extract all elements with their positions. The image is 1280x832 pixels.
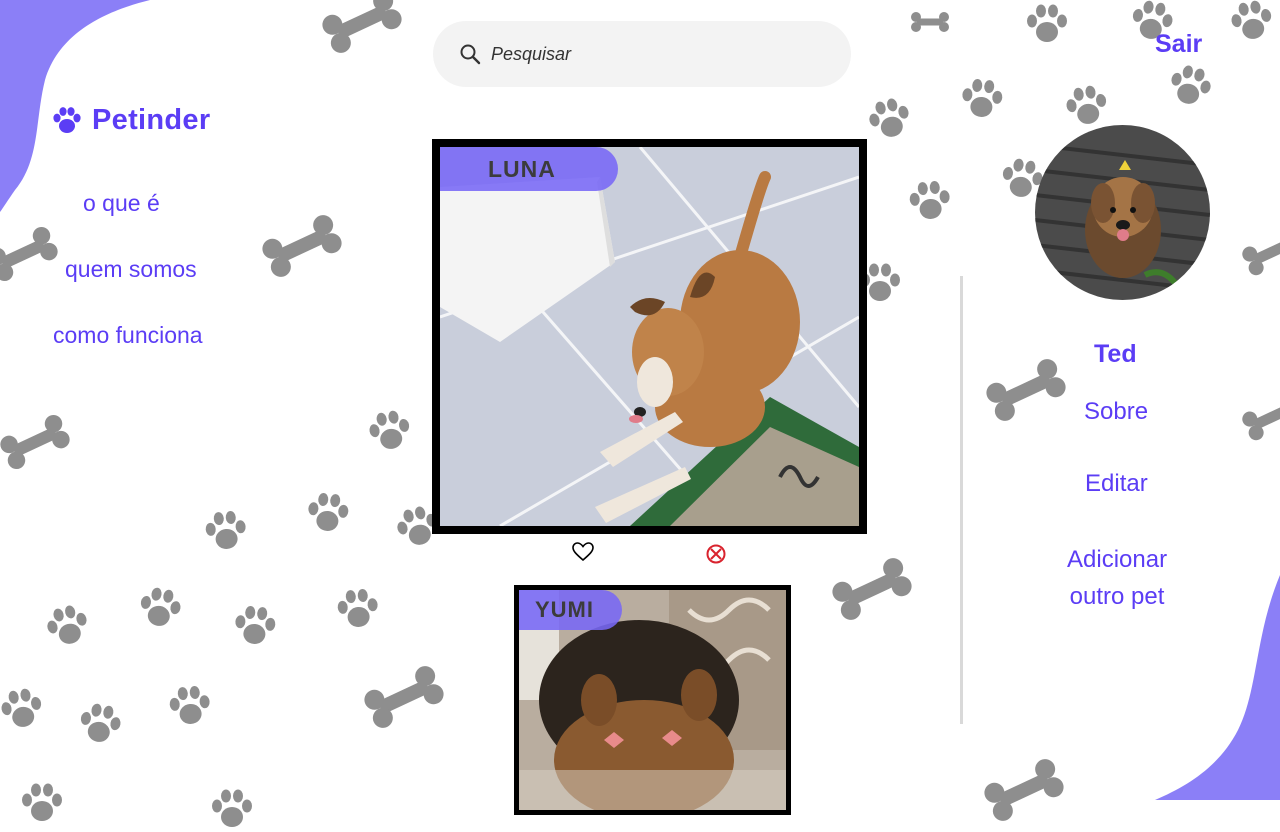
paw-print-decoration bbox=[235, 606, 276, 644]
bone-decoration bbox=[832, 558, 912, 620]
profile-name: Ted bbox=[1094, 340, 1137, 368]
paw-print-decoration bbox=[1231, 0, 1272, 39]
menu-link-sobre[interactable]: Sobre bbox=[1084, 398, 1148, 426]
menu-link-add-pet-line2: outro pet bbox=[1069, 583, 1165, 610]
bone-decoration bbox=[364, 666, 444, 728]
bone-decoration bbox=[0, 226, 58, 282]
search-input[interactable] bbox=[489, 42, 813, 66]
paw-print-decoration bbox=[80, 703, 121, 742]
paw-print-decoration bbox=[1, 688, 42, 727]
paw-print-decoration bbox=[369, 410, 410, 449]
nav-link-como-funciona[interactable]: como funciona bbox=[53, 322, 203, 349]
profile-avatar[interactable] bbox=[1035, 125, 1210, 300]
paw-print-decoration bbox=[212, 789, 252, 827]
bone-decoration bbox=[1242, 239, 1280, 276]
paw-print-decoration bbox=[909, 181, 950, 219]
brand-logo[interactable]: Petinder bbox=[52, 104, 210, 137]
pet-card-yumi[interactable]: YUMI bbox=[514, 585, 791, 815]
paw-print-decoration bbox=[47, 605, 87, 644]
bone-decoration bbox=[1242, 404, 1280, 441]
search-icon bbox=[460, 44, 481, 65]
heart-icon[interactable] bbox=[572, 542, 594, 562]
pet-name-luna: LUNA bbox=[488, 156, 556, 182]
pet-name-yumi: YUMI bbox=[535, 597, 594, 622]
bone-decoration bbox=[986, 359, 1066, 421]
pet-card-luna[interactable]: LUNA bbox=[432, 139, 867, 534]
paw-print-decoration bbox=[308, 493, 349, 531]
paw-print-decoration bbox=[1066, 85, 1107, 124]
menu-link-editar[interactable]: Editar bbox=[1085, 470, 1148, 498]
bone-decoration bbox=[322, 0, 402, 53]
search-bar[interactable] bbox=[433, 21, 851, 87]
paw-print-decoration bbox=[337, 589, 378, 627]
logout-link[interactable]: Sair bbox=[1155, 30, 1202, 59]
bone-decoration bbox=[984, 759, 1064, 821]
paw-icon bbox=[53, 106, 81, 133]
brand-name: Petinder bbox=[92, 104, 211, 136]
pet-photo-luna bbox=[440, 147, 859, 526]
paw-print-decoration bbox=[22, 783, 62, 821]
paw-print-decoration bbox=[1171, 65, 1211, 104]
bone-decoration bbox=[0, 414, 70, 470]
avatar-photo bbox=[1035, 125, 1210, 300]
paw-print-decoration bbox=[1027, 4, 1067, 42]
nav-link-quem-somos[interactable]: quem somos bbox=[65, 256, 197, 283]
profile-divider bbox=[960, 276, 963, 724]
pet-name-tag-yumi: YUMI bbox=[519, 590, 622, 630]
bone-decoration bbox=[262, 215, 342, 277]
nav-link-o-que-e[interactable]: o que é bbox=[83, 190, 160, 217]
bone-decoration bbox=[911, 12, 949, 32]
paw-print-decoration bbox=[205, 511, 246, 549]
paw-print-decoration bbox=[140, 587, 181, 626]
paw-print-decoration bbox=[169, 686, 210, 724]
menu-link-add-pet-line1: Adicionar bbox=[1067, 546, 1168, 573]
menu-link-add-pet[interactable]: Adicionar outro pet bbox=[1067, 541, 1167, 615]
paw-print-decoration bbox=[869, 98, 909, 137]
pet-name-tag-luna: LUNA bbox=[440, 147, 618, 191]
close-circle-icon[interactable] bbox=[705, 543, 727, 565]
paw-print-decoration bbox=[962, 79, 1003, 117]
